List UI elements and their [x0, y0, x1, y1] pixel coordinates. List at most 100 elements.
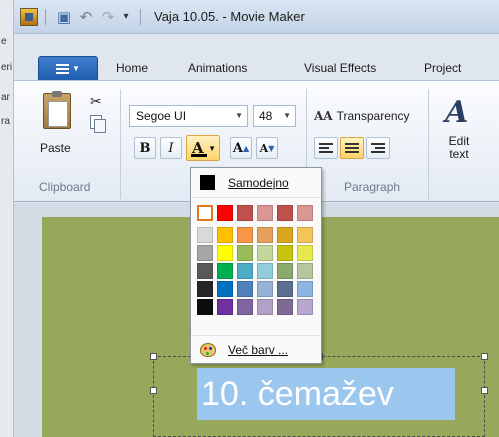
edit-text-button[interactable]: A Edit text — [439, 95, 479, 169]
align-center-button[interactable] — [340, 137, 364, 159]
grow-font-glyph: A — [232, 140, 243, 156]
color-swatch[interactable] — [277, 245, 293, 261]
color-swatch[interactable] — [257, 263, 273, 279]
shrink-font-glyph: A — [259, 141, 269, 155]
color-swatch[interactable] — [277, 205, 293, 221]
align-line — [319, 143, 333, 145]
transparency-label: Transparency — [336, 109, 410, 123]
align-right-button[interactable] — [366, 137, 390, 159]
italic-button[interactable]: I — [160, 137, 182, 159]
color-swatch[interactable] — [237, 245, 253, 261]
tab-home[interactable]: Home — [116, 56, 148, 80]
align-left-button[interactable] — [314, 137, 338, 159]
qat-customize-dropdown-icon[interactable]: ▾ — [119, 6, 133, 28]
color-swatch[interactable] — [217, 205, 233, 221]
color-swatch[interactable] — [297, 245, 313, 261]
color-swatch[interactable] — [197, 281, 213, 297]
more-colors-label: Več barv ... — [228, 343, 288, 357]
color-swatch[interactable] — [297, 227, 313, 243]
more-colors-label-text: Več barv ... — [228, 342, 289, 357]
color-swatch[interactable] — [257, 227, 273, 243]
color-swatch[interactable] — [257, 299, 273, 315]
title-bar: ▣ ↶ ↷ ▾ Vaja 10.05. - Movie Maker — [14, 0, 499, 34]
background-letter: eri — [1, 62, 13, 73]
align-line — [345, 151, 359, 153]
color-swatch[interactable] — [257, 281, 273, 297]
align-line — [345, 143, 359, 145]
ribbon-tab-row: ▼ Home Animations Visual Effects Project — [14, 56, 499, 80]
color-swatch[interactable] — [297, 205, 313, 221]
undo-icon[interactable]: ↶ — [75, 6, 97, 28]
color-swatch[interactable] — [237, 263, 253, 279]
arrow-up-icon: ▲ — [242, 143, 250, 153]
chevron-down-icon: ▼ — [72, 64, 80, 73]
resize-handle[interactable] — [481, 353, 488, 360]
color-swatch[interactable] — [237, 299, 253, 315]
transparency-button[interactable]: AA Transparency — [314, 105, 410, 127]
color-swatch[interactable] — [217, 281, 233, 297]
pen-icon: A — [445, 95, 469, 130]
color-swatch[interactable] — [197, 227, 213, 243]
shrink-font-button[interactable]: A ▼ — [256, 137, 278, 159]
paste-button[interactable]: Paste — [38, 91, 78, 167]
window-title: Vaja 10.05. - Movie Maker — [154, 9, 305, 24]
font-size-select[interactable]: 48 ▼ — [253, 105, 296, 127]
menu-lines-icon — [56, 63, 70, 74]
color-swatch[interactable] — [297, 263, 313, 279]
color-swatch[interactable] — [197, 299, 213, 315]
color-swatch[interactable] — [257, 245, 273, 261]
background-letter: e — [1, 36, 7, 47]
color-swatch[interactable] — [217, 263, 233, 279]
movie-maker-app-icon[interactable] — [20, 7, 38, 26]
color-swatch[interactable] — [277, 299, 293, 315]
color-swatch[interactable] — [197, 263, 213, 279]
qat-separator — [45, 8, 46, 25]
color-swatch[interactable] — [257, 205, 273, 221]
color-swatch[interactable] — [217, 299, 233, 315]
automatic-color-label-text: Samodejno — [228, 175, 289, 190]
align-line — [371, 151, 385, 153]
color-swatch[interactable] — [277, 281, 293, 297]
tab-visual-effects[interactable]: Visual Effects — [304, 56, 376, 80]
grow-font-button[interactable]: A ▲ — [230, 137, 252, 159]
background-window-edge: e eri ar ra — [0, 0, 14, 437]
align-line — [375, 147, 385, 149]
chevron-down-icon: ▼ — [208, 144, 216, 153]
more-colors-option[interactable]: Več barv ... — [191, 335, 321, 363]
scissors-icon[interactable]: ✂ — [90, 93, 102, 110]
resize-handle[interactable] — [150, 353, 157, 360]
copy-icon[interactable] — [90, 115, 106, 133]
align-line — [319, 147, 329, 149]
color-swatch[interactable] — [217, 245, 233, 261]
paste-label: Paste — [40, 141, 71, 155]
color-swatch[interactable] — [297, 299, 313, 315]
transparency-icon: AA — [314, 109, 333, 123]
tab-animations[interactable]: Animations — [188, 56, 247, 80]
font-family-select[interactable]: Segoe UI ▼ — [129, 105, 248, 127]
color-swatch[interactable] — [277, 263, 293, 279]
color-swatch[interactable] — [237, 205, 253, 221]
bold-button[interactable]: B — [134, 137, 156, 159]
color-swatch[interactable] — [197, 245, 213, 261]
caption-text[interactable]: 10. čemažev — [197, 368, 455, 420]
align-line — [345, 147, 359, 149]
color-swatch[interactable] — [197, 205, 213, 221]
font-color-button[interactable]: A ▼ — [186, 135, 220, 161]
font-color-dropdown: Samodejno Več barv ... — [190, 167, 322, 364]
save-icon[interactable]: ▣ — [53, 6, 75, 28]
color-swatch[interactable] — [237, 281, 253, 297]
color-swatch[interactable] — [217, 227, 233, 243]
automatic-color-swatch — [200, 175, 215, 190]
tab-project[interactable]: Project — [424, 56, 461, 80]
clipboard-icon — [43, 91, 71, 129]
resize-handle[interactable] — [150, 387, 157, 394]
redo-icon[interactable]: ↷ — [97, 6, 119, 28]
background-letter: ra — [1, 116, 10, 127]
automatic-color-option[interactable]: Samodejno — [191, 168, 321, 198]
color-swatch[interactable] — [237, 227, 253, 243]
color-swatch[interactable] — [277, 227, 293, 243]
resize-handle[interactable] — [481, 387, 488, 394]
chevron-down-icon: ▼ — [235, 111, 243, 120]
color-swatch[interactable] — [297, 281, 313, 297]
file-menu-button[interactable]: ▼ — [38, 56, 98, 80]
